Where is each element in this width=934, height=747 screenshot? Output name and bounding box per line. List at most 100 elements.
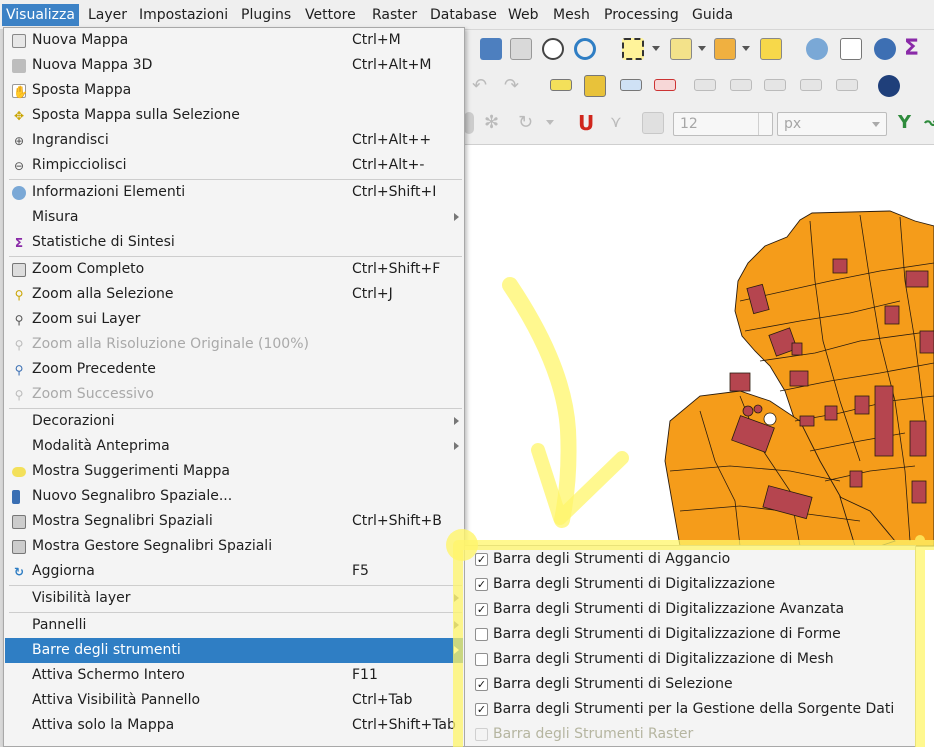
menu-item-bookmark-manager[interactable]: Mostra Gestore Segnalibri Spaziali	[5, 534, 463, 559]
menu-item-zoom-layer[interactable]: ⚲ Zoom sui Layer	[5, 307, 463, 332]
menu-mesh[interactable]: Mesh	[549, 4, 594, 26]
menu-item-fullscreen[interactable]: Attiva Schermo Intero F11	[5, 663, 463, 688]
sigma-icon: Σ	[14, 236, 24, 250]
menu-item-zoom-actual[interactable]: ⚲ Zoom alla Risoluzione Originale (100%)	[5, 332, 463, 357]
spin-buttons[interactable]	[758, 113, 772, 135]
select-location-icon[interactable]	[760, 38, 782, 60]
menu-item-new-bookmark[interactable]: Nuovo Segnalibro Spaziale...	[5, 484, 463, 509]
checkbox[interactable]	[475, 628, 488, 641]
redo-icon[interactable]: ↷	[504, 75, 526, 97]
topology-icon[interactable]: Y	[898, 112, 920, 134]
menu-item-toggle-panels[interactable]: Attiva Visibilità Pannello Ctrl+Tab	[5, 688, 463, 713]
chevron-down-icon[interactable]	[698, 46, 706, 51]
menu-item-decorations[interactable]: Decorazioni	[5, 409, 463, 434]
menu-item-map-tips[interactable]: Mostra Suggerimenti Mappa	[5, 459, 463, 484]
menu-item-zoom-selection[interactable]: ⚲ Zoom alla Selezione Ctrl+J	[5, 282, 463, 307]
chevron-down-icon[interactable]	[652, 46, 660, 51]
snap-grid-icon[interactable]	[642, 112, 664, 134]
rotate-label-icon[interactable]	[764, 79, 786, 91]
globe-icon[interactable]	[878, 75, 900, 97]
menu-item-toolbars[interactable]: Barre degli strumenti	[5, 638, 463, 663]
refresh-icon[interactable]	[574, 38, 596, 60]
menu-item-map-only[interactable]: Attiva solo la Mappa Ctrl+Shift+Tab	[5, 713, 463, 738]
checkbox[interactable]: ✓	[475, 678, 488, 691]
menu-item-statistics[interactable]: Σ Statistiche di Sintesi	[5, 230, 463, 255]
menu-item-zoom-full[interactable]: Zoom Completo Ctrl+Shift+F	[5, 257, 463, 282]
submenu-arrow-icon	[454, 213, 459, 221]
magnet-icon[interactable]: U	[578, 112, 600, 134]
highlight-label-icon[interactable]	[654, 79, 676, 91]
toolbar-toggle-data-source[interactable]: ✓ Barra degli Strumenti per la Gestione …	[466, 697, 914, 722]
select-icon[interactable]	[622, 38, 644, 60]
change-label-icon[interactable]	[800, 79, 822, 91]
bookmark-icon[interactable]	[510, 38, 532, 60]
pan-to-selection-icon: ✥	[13, 109, 25, 123]
diagram-icon[interactable]	[584, 75, 606, 97]
unit-select[interactable]: px	[777, 112, 887, 136]
menu-database[interactable]: Database	[426, 4, 501, 26]
menu-item-new-map[interactable]: Nuova Mappa Ctrl+M	[5, 28, 463, 53]
menu-item-zoom-next[interactable]: ⚲ Zoom Successivo	[5, 382, 463, 407]
menu-item-pan[interactable]: ✋ Sposta Mappa	[5, 78, 463, 103]
identify-icon[interactable]	[806, 38, 828, 60]
menu-item-show-bookmarks[interactable]: Mostra Segnalibri Spaziali Ctrl+Shift+B	[5, 509, 463, 534]
checkbox[interactable]: ✓	[475, 578, 488, 591]
select-attributes-icon[interactable]	[670, 38, 692, 60]
tracing-icon[interactable]: ⋎	[610, 112, 632, 134]
new-bookmark-icon	[12, 490, 20, 504]
snap-segment-icon[interactable]: ↻	[518, 112, 540, 134]
menu-raster[interactable]: Raster	[368, 4, 421, 26]
toolbar-toggle-advanced-digitizing[interactable]: ✓ Barra degli Strumenti di Digitalizzazi…	[466, 597, 914, 622]
chevron-down-icon[interactable]	[742, 46, 750, 51]
checkbox[interactable]: ✓	[475, 603, 488, 616]
toolbar-toggle-raster[interactable]: Barra degli Strumenti Raster	[466, 722, 914, 747]
menu-item-refresh[interactable]: ↻ Aggiorna F5	[5, 559, 463, 584]
toolbar-toggle-snapping[interactable]: ✓ Barra degli Strumenti di Aggancio	[466, 547, 914, 572]
gear-icon[interactable]	[874, 38, 896, 60]
label-icon[interactable]	[550, 79, 572, 91]
label-properties-icon[interactable]	[836, 79, 858, 91]
menu-item-pan-to-selection[interactable]: ✥ Sposta Mappa sulla Selezione	[5, 103, 463, 128]
undo-icon[interactable]: ↶	[472, 75, 494, 97]
submenu-arrow-icon	[454, 442, 459, 450]
checkbox[interactable]: ✓	[475, 703, 488, 716]
toolbar-toggle-mesh-digitizing[interactable]: Barra degli Strumenti di Digitalizzazion…	[466, 647, 914, 672]
menu-item-measure[interactable]: Misura	[5, 205, 463, 230]
toolbar-toggle-shape-digitizing[interactable]: Barra degli Strumenti di Digitalizzazion…	[466, 622, 914, 647]
deselect-icon[interactable]	[714, 38, 736, 60]
snap-vertex-icon[interactable]: ✻	[484, 112, 506, 134]
tolerance-input[interactable]: 12	[673, 112, 773, 136]
sigma-icon[interactable]: Σ	[904, 38, 926, 60]
menu-item-zoom-out[interactable]: ⊖ Rimpicciolisci Ctrl+Alt+-	[5, 153, 463, 178]
clock-icon[interactable]	[542, 38, 564, 60]
pin-label-icon[interactable]	[620, 79, 642, 91]
menu-vettore[interactable]: Vettore	[301, 4, 360, 26]
chevron-down-icon[interactable]	[546, 120, 554, 125]
submenu-arrow-icon	[454, 594, 459, 602]
checkbox[interactable]: ✓	[475, 553, 488, 566]
checkbox[interactable]	[475, 653, 488, 666]
avoid-overlap-icon[interactable]: ↝	[924, 112, 934, 134]
attribute-table-icon[interactable]	[840, 38, 862, 60]
menu-processing[interactable]: Processing	[600, 4, 683, 26]
menu-item-zoom-last[interactable]: ⚲ Zoom Precedente	[5, 357, 463, 382]
snap-partial-icon[interactable]	[464, 112, 474, 134]
menu-item-new-3d-map[interactable]: Nuova Mappa 3D Ctrl+Alt+M	[5, 53, 463, 78]
move-label-icon[interactable]	[694, 79, 716, 91]
menu-guida[interactable]: Guida	[688, 4, 737, 26]
toolbar-toggle-selection[interactable]: ✓ Barra degli Strumenti di Selezione	[466, 672, 914, 697]
menu-item-identify[interactable]: Informazioni Elementi Ctrl+Shift+I	[5, 180, 463, 205]
menu-impostazioni[interactable]: Impostazioni	[135, 4, 232, 26]
layer-icon[interactable]	[480, 38, 502, 60]
menu-item-preview-mode[interactable]: Modalità Anteprima	[5, 434, 463, 459]
menu-item-zoom-in[interactable]: ⊕ Ingrandisci Ctrl+Alt++	[5, 128, 463, 153]
menu-item-panels[interactable]: Pannelli	[5, 613, 463, 638]
menu-visualizza[interactable]: Visualizza	[2, 4, 79, 26]
menu-item-layer-visibility[interactable]: Visibilità layer	[5, 586, 463, 611]
show-label-icon[interactable]	[730, 79, 752, 91]
menu-web[interactable]: Web	[504, 4, 543, 26]
menu-layer[interactable]: Layer	[84, 4, 131, 26]
toolbar-toggle-digitizing[interactable]: ✓ Barra degli Strumenti di Digitalizzazi…	[466, 572, 914, 597]
checkbox[interactable]	[475, 728, 488, 741]
menu-plugins[interactable]: Plugins	[237, 4, 295, 26]
